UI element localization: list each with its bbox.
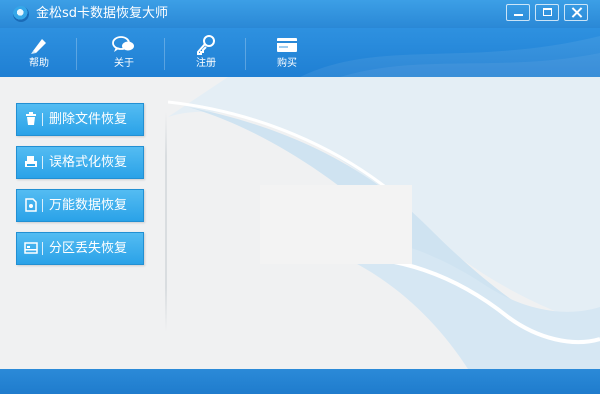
button-divider bbox=[42, 199, 43, 212]
button-divider bbox=[42, 156, 43, 169]
toolbar-separator bbox=[164, 38, 165, 70]
center-panel bbox=[260, 185, 412, 264]
minimize-icon bbox=[514, 14, 523, 16]
pen-icon bbox=[31, 39, 46, 54]
chat-icon bbox=[112, 36, 134, 52]
content-divider bbox=[165, 112, 167, 332]
partition-recovery-button[interactable]: 分区丢失恢复 bbox=[16, 232, 144, 265]
button-divider bbox=[42, 242, 43, 255]
minimize-button[interactable] bbox=[506, 4, 530, 21]
toolbar-help-button[interactable]: 帮助 bbox=[9, 32, 69, 74]
recover-formatted-label: 误格式化恢复 bbox=[49, 155, 128, 170]
status-bar bbox=[0, 369, 600, 394]
toolbar-buy-button[interactable]: 购买 bbox=[257, 32, 317, 74]
close-button[interactable] bbox=[564, 4, 588, 21]
toolbar: 帮助 关于 注册 购买 bbox=[0, 28, 600, 77]
recover-deleted-files-label: 删除文件恢复 bbox=[49, 112, 128, 127]
trash-icon bbox=[26, 112, 36, 125]
card-icon bbox=[277, 38, 297, 52]
title-bar: 金松sd卡数据恢复大师 bbox=[0, 0, 600, 28]
recover-deleted-files-button[interactable]: 删除文件恢复 bbox=[16, 103, 144, 136]
universal-recovery-button[interactable]: 万能数据恢复 bbox=[16, 189, 144, 222]
printer-icon bbox=[25, 156, 37, 167]
toolbar-about-label: 关于 bbox=[114, 58, 134, 69]
maximize-button[interactable] bbox=[535, 4, 559, 21]
document-icon bbox=[25, 198, 37, 212]
toolbar-about-button[interactable]: 关于 bbox=[94, 32, 154, 74]
recover-formatted-button[interactable]: 误格式化恢复 bbox=[16, 146, 144, 179]
key-icon bbox=[197, 35, 215, 55]
universal-recovery-label: 万能数据恢复 bbox=[49, 198, 128, 213]
toolbar-register-label: 注册 bbox=[196, 58, 216, 69]
app-logo-icon bbox=[13, 6, 29, 22]
main-content: 删除文件恢复 误格式化恢复 万能数据恢复 分区丢失恢复 bbox=[0, 77, 600, 369]
window-title: 金松sd卡数据恢复大师 bbox=[36, 6, 169, 21]
toolbar-help-label: 帮助 bbox=[29, 58, 49, 69]
toolbar-separator bbox=[76, 38, 77, 70]
toolbar-buy-label: 购买 bbox=[277, 58, 297, 69]
toolbar-register-button[interactable]: 注册 bbox=[176, 32, 236, 74]
partition-icon bbox=[24, 242, 38, 254]
close-icon bbox=[571, 7, 582, 18]
toolbar-separator bbox=[245, 38, 246, 70]
maximize-icon bbox=[543, 8, 552, 16]
button-divider bbox=[42, 113, 43, 126]
partition-recovery-label: 分区丢失恢复 bbox=[49, 241, 128, 256]
